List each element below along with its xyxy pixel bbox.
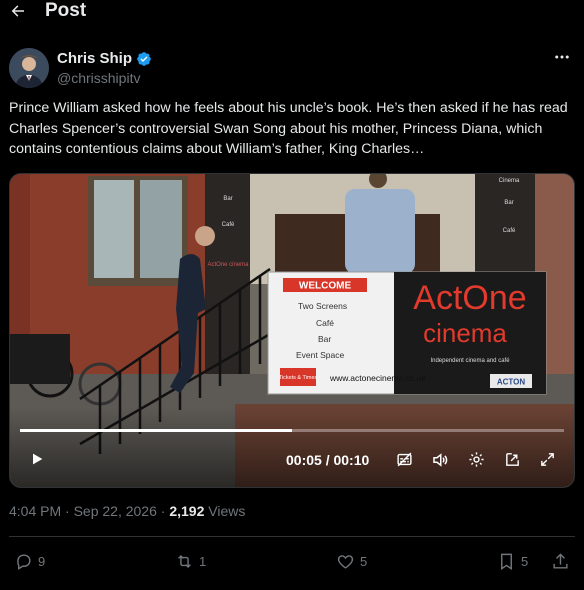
back-arrow-icon[interactable] — [9, 2, 27, 20]
settings-gear-icon[interactable] — [468, 451, 485, 473]
verified-badge-icon — [137, 51, 151, 66]
window-label-actone: ActOne cinema — [207, 262, 249, 268]
video-controls — [10, 407, 574, 487]
post-meta: 4:04 PM · Sep 22, 2026 · 2,192 Views — [9, 503, 245, 519]
like-button[interactable]: 5 — [336, 552, 367, 571]
views-count: 2,192 — [169, 503, 205, 519]
sign-brand-line1: ActOne — [413, 279, 526, 317]
sign-item: Café — [316, 318, 334, 328]
sign-url: www.actonecinema.co.uk — [329, 373, 427, 383]
more-options-icon[interactable] — [553, 48, 571, 71]
tweet-text: Prince William asked how he feels about … — [9, 100, 568, 157]
sign-brand-line2: cinema — [423, 318, 507, 348]
page-title: Post — [45, 0, 87, 21]
sign-item: Bar — [318, 334, 331, 344]
sign-welcome: WELCOME — [299, 281, 352, 292]
avatar[interactable] — [9, 48, 49, 88]
reply-count: 9 — [38, 554, 46, 569]
video-progress-fill — [20, 429, 292, 432]
window-label-cafe-right: Café — [503, 228, 516, 234]
repost-button[interactable]: 1 — [175, 552, 206, 571]
author-block: Chris Ship @chrisshipitv — [9, 48, 575, 92]
window-label-bar-right: Bar — [504, 200, 513, 206]
divider — [9, 536, 575, 537]
pop-out-icon[interactable] — [504, 451, 521, 473]
bookmark-count: 5 — [521, 554, 529, 569]
sign-item: Two Screens — [298, 301, 347, 311]
repost-count: 1 — [199, 554, 207, 569]
fullscreen-icon[interactable] — [539, 451, 556, 473]
author-handle[interactable]: @chrisshipitv — [57, 70, 140, 86]
like-count: 5 — [360, 554, 368, 569]
window-label-bar: Bar — [223, 196, 232, 202]
volume-icon[interactable] — [431, 451, 449, 474]
sign-logo: ACTON — [497, 378, 526, 387]
author-name-row[interactable]: Chris Ship — [57, 50, 152, 67]
views-label: Views — [204, 503, 246, 519]
window-label-cinema: Cinema — [499, 178, 520, 184]
video-player[interactable]: Bar Café ActOne cinema Cinema Bar Café W… — [9, 173, 575, 488]
post-timestamp[interactable]: 4:04 PM · Sep 22, 2026 · — [9, 503, 169, 519]
window-label-cafe: Café — [222, 222, 235, 228]
repost-icon — [178, 554, 191, 569]
author-name[interactable]: Chris Ship — [57, 50, 132, 67]
video-time: 00:05 / 00:10 — [286, 452, 370, 468]
post-header: Post — [0, 0, 584, 26]
heart-icon — [337, 555, 354, 569]
play-icon[interactable] — [29, 451, 45, 472]
share-button[interactable] — [551, 552, 570, 571]
sign-tagline: Independent cinema and café — [430, 358, 510, 364]
bookmark-button[interactable]: 5 — [497, 552, 528, 571]
share-icon — [553, 553, 568, 569]
video-progress-bar[interactable] — [20, 429, 564, 432]
reply-icon — [17, 554, 31, 570]
sign-item: Event Space — [296, 350, 344, 360]
sign-tickets: Tickets & Times — [279, 375, 318, 381]
captions-icon[interactable] — [396, 451, 413, 473]
action-bar: 9 1 5 5 — [0, 552, 584, 576]
reply-button[interactable]: 9 — [14, 552, 45, 571]
bookmark-icon — [501, 553, 512, 570]
